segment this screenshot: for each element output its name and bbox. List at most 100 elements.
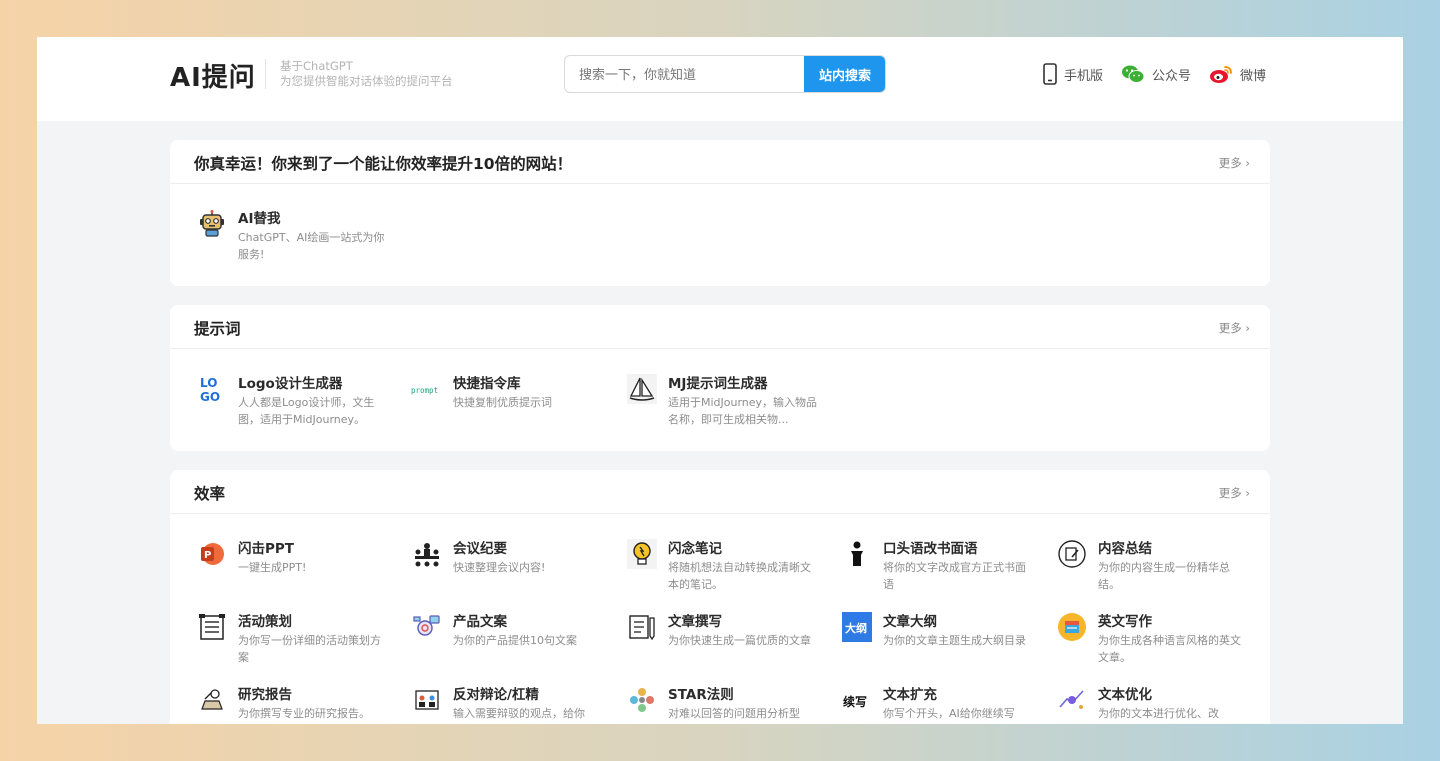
tool-card-logo-generator[interactable]: LO GO Logo设计生成器 人人都是Logo设计师，文生图，适用于MidJo… — [196, 373, 396, 433]
english-icon — [1056, 611, 1088, 643]
tool-desc: 为你的文章主题生成大纲目录 — [883, 634, 1026, 647]
search-box: 站内搜索 — [564, 55, 886, 93]
logo-icon-text-top: LO — [200, 376, 217, 390]
section-header: 效率 更多 › — [170, 470, 1270, 514]
more-link[interactable]: 更多 › — [1219, 320, 1250, 336]
section-header: 你真幸运！你来到了一个能让你效率提升10倍的网站！ 更多 › — [170, 140, 1270, 184]
star-icon — [626, 684, 658, 716]
prompt-icon-text: prompt — [411, 386, 438, 395]
tool-title: 闪念笔记 — [668, 541, 722, 557]
sailboat-icon — [626, 373, 658, 405]
search-button[interactable]: 站内搜索 — [804, 56, 885, 92]
tool-title: 快捷指令库 — [453, 376, 521, 392]
section-title: 你真幸运！你来到了一个能让你效率提升10倍的网站！ — [194, 155, 573, 173]
powerpoint-icon: P — [196, 538, 228, 570]
tool-title: 活动策划 — [238, 614, 292, 630]
debate-icon — [411, 684, 443, 716]
tool-card-article-outline[interactable]: 大纲 文章大纲 为你的文章主题生成大纲目录 — [841, 611, 1041, 671]
tool-desc: 为你的文本进行优化、改 — [1098, 707, 1219, 720]
tool-desc: 输入需要辩驳的观点，给你 — [453, 707, 585, 720]
tool-card-text-expansion[interactable]: 续写 文本扩充 你写个开头，AI给你继续写 — [841, 684, 1041, 724]
tool-card-ai-ti-wo[interactable]: AI替我 ChatGPT、AI绘画一站式为你服务! — [196, 208, 396, 268]
weibo-link[interactable]: 微博 — [1209, 63, 1266, 85]
summary-icon — [1056, 538, 1088, 570]
page-frame: AI提问 基于ChatGPT 为您提供智能对话体验的提问平台 站内搜索 手机版 — [37, 37, 1403, 724]
tool-title: 文章大纲 — [883, 614, 937, 630]
section-prompts: 提示词 更多 › LO GO Logo设计生成器 人人都是Logo设计师，文生图… — [170, 305, 1270, 451]
tool-desc: 一键生成PPT! — [238, 561, 307, 574]
tool-desc: 快捷复制优质提示词 — [453, 396, 552, 409]
tool-desc: 适用于MidJourney，输入物品名称，即可生成相关物... — [668, 396, 818, 426]
tagline-line-1: 基于ChatGPT — [280, 59, 353, 73]
tool-desc: 为你写一份详细的活动策划方案 — [238, 634, 381, 664]
site-header: AI提问 基于ChatGPT 为您提供智能对话体验的提问平台 站内搜索 手机版 — [37, 37, 1403, 121]
tool-card-product-copy[interactable]: 产品文案 为你的产品提供10句文案 — [411, 611, 611, 671]
tool-desc: 为你的产品提供10句文案 — [453, 634, 577, 647]
tool-title: STAR法则 — [668, 687, 734, 703]
tool-desc: ChatGPT、AI绘画一站式为你服务! — [238, 231, 385, 261]
tool-title: 英文写作 — [1098, 614, 1152, 630]
tool-card-prompt-library[interactable]: prompt 快捷指令库 快捷复制优质提示词 — [411, 373, 611, 433]
lightbulb-icon — [626, 538, 658, 570]
tool-card-summary[interactable]: 内容总结 为你的内容生成一份精华总结。 — [1056, 538, 1256, 598]
expand-icon-text: 续写 — [843, 694, 867, 709]
tool-title: 闪击PPT — [238, 541, 294, 557]
expand-icon: 续写 — [841, 684, 873, 716]
weibo-link-label: 微博 — [1240, 68, 1267, 84]
tool-desc: 为你快速生成一篇优质的文章 — [668, 634, 811, 647]
search-input[interactable] — [579, 65, 799, 85]
wechat-link[interactable]: 公众号 — [1121, 63, 1191, 85]
tool-desc: 为你生成各种语言风格的英文文章。 — [1098, 634, 1241, 664]
tagline-line-2: 为您提供智能对话体验的提问平台 — [280, 74, 453, 88]
site-logo[interactable]: AI提问 — [170, 57, 256, 94]
section-featured: 你真幸运！你来到了一个能让你效率提升10倍的网站！ 更多 › AI替我 Chat… — [170, 140, 1270, 286]
tool-desc: 人人都是Logo设计师，文生图，适用于MidJourney。 — [238, 396, 375, 426]
logo-icon-text-bottom: GO — [200, 390, 220, 404]
product-icon — [411, 611, 443, 643]
more-link[interactable]: 更多 › — [1219, 155, 1250, 171]
section-efficiency: 效率 更多 › P 闪击PPT 一键生成PPT! 会议纪要 快速整理会议内容! … — [170, 470, 1270, 724]
tool-title: 文章撰写 — [668, 614, 722, 630]
tool-desc: 对难以回答的问题用分析型 — [668, 707, 800, 720]
wechat-icon — [1122, 65, 1145, 83]
tool-title: 口头语改书面语 — [883, 541, 978, 557]
tool-card-mj-prompt-generator[interactable]: MJ提示词生成器 适用于MidJourney，输入物品名称，即可生成相关物... — [626, 373, 826, 433]
tool-title: Logo设计生成器 — [238, 376, 343, 392]
tool-card-flash-notes[interactable]: 闪念笔记 将随机想法自动转换成清晰文本的笔记。 — [626, 538, 826, 598]
tool-card-event-planning[interactable]: 活动策划 为你写一份详细的活动策划方案 — [196, 611, 396, 671]
tool-desc: 为你的内容生成一份精华总结。 — [1098, 561, 1230, 591]
tool-card-oral-to-written[interactable]: 口头语改书面语 将你的文字改成官方正式书面语 — [841, 538, 1041, 598]
speaker-icon — [841, 538, 873, 570]
robot-icon — [196, 208, 228, 240]
section-title: 效率 — [194, 485, 226, 503]
logo-icon: LO GO — [196, 373, 228, 405]
tool-title: 会议纪要 — [453, 541, 507, 557]
tool-card-english-writing[interactable]: 英文写作 为你生成各种语言风格的英文文章。 — [1056, 611, 1256, 671]
meeting-icon — [411, 538, 443, 570]
svg-text:P: P — [204, 550, 211, 561]
tool-card-article-writing[interactable]: 文章撰写 为你快速生成一篇优质的文章 — [626, 611, 826, 671]
more-link[interactable]: 更多 › — [1219, 485, 1250, 501]
header-links: 手机版 公众号 微博 — [1043, 63, 1266, 85]
tool-desc: 将随机想法自动转换成清晰文本的笔记。 — [668, 561, 811, 591]
article-icon — [626, 611, 658, 643]
tool-title: AI替我 — [238, 211, 281, 227]
optimize-icon — [1056, 684, 1088, 716]
tool-title: 反对辩论/杠精 — [453, 687, 539, 703]
outline-icon-text: 大纲 — [845, 621, 867, 635]
research-icon — [196, 684, 228, 716]
mobile-link[interactable]: 手机版 — [1043, 63, 1103, 85]
wechat-link-label: 公众号 — [1152, 68, 1192, 84]
tool-desc: 你写个开头，AI给你继续写 — [883, 707, 1015, 720]
tool-card-meeting-notes[interactable]: 会议纪要 快速整理会议内容! — [411, 538, 611, 598]
tool-card-star-method[interactable]: STAR法则 对难以回答的问题用分析型 — [626, 684, 826, 724]
tool-card-ppt[interactable]: P 闪击PPT 一键生成PPT! — [196, 538, 396, 598]
tool-card-research-report[interactable]: 研究报告 为你撰写专业的研究报告。 — [196, 684, 396, 724]
prompt-icon: prompt — [411, 373, 443, 405]
tool-card-debate[interactable]: 反对辩论/杠精 输入需要辩驳的观点，给你 — [411, 684, 611, 724]
mobile-link-label: 手机版 — [1064, 68, 1104, 84]
tool-title: 文本扩充 — [883, 687, 937, 703]
tool-card-text-optimize[interactable]: 文本优化 为你的文本进行优化、改 — [1056, 684, 1256, 724]
section-title: 提示词 — [194, 320, 241, 338]
tool-title: 研究报告 — [238, 687, 292, 703]
